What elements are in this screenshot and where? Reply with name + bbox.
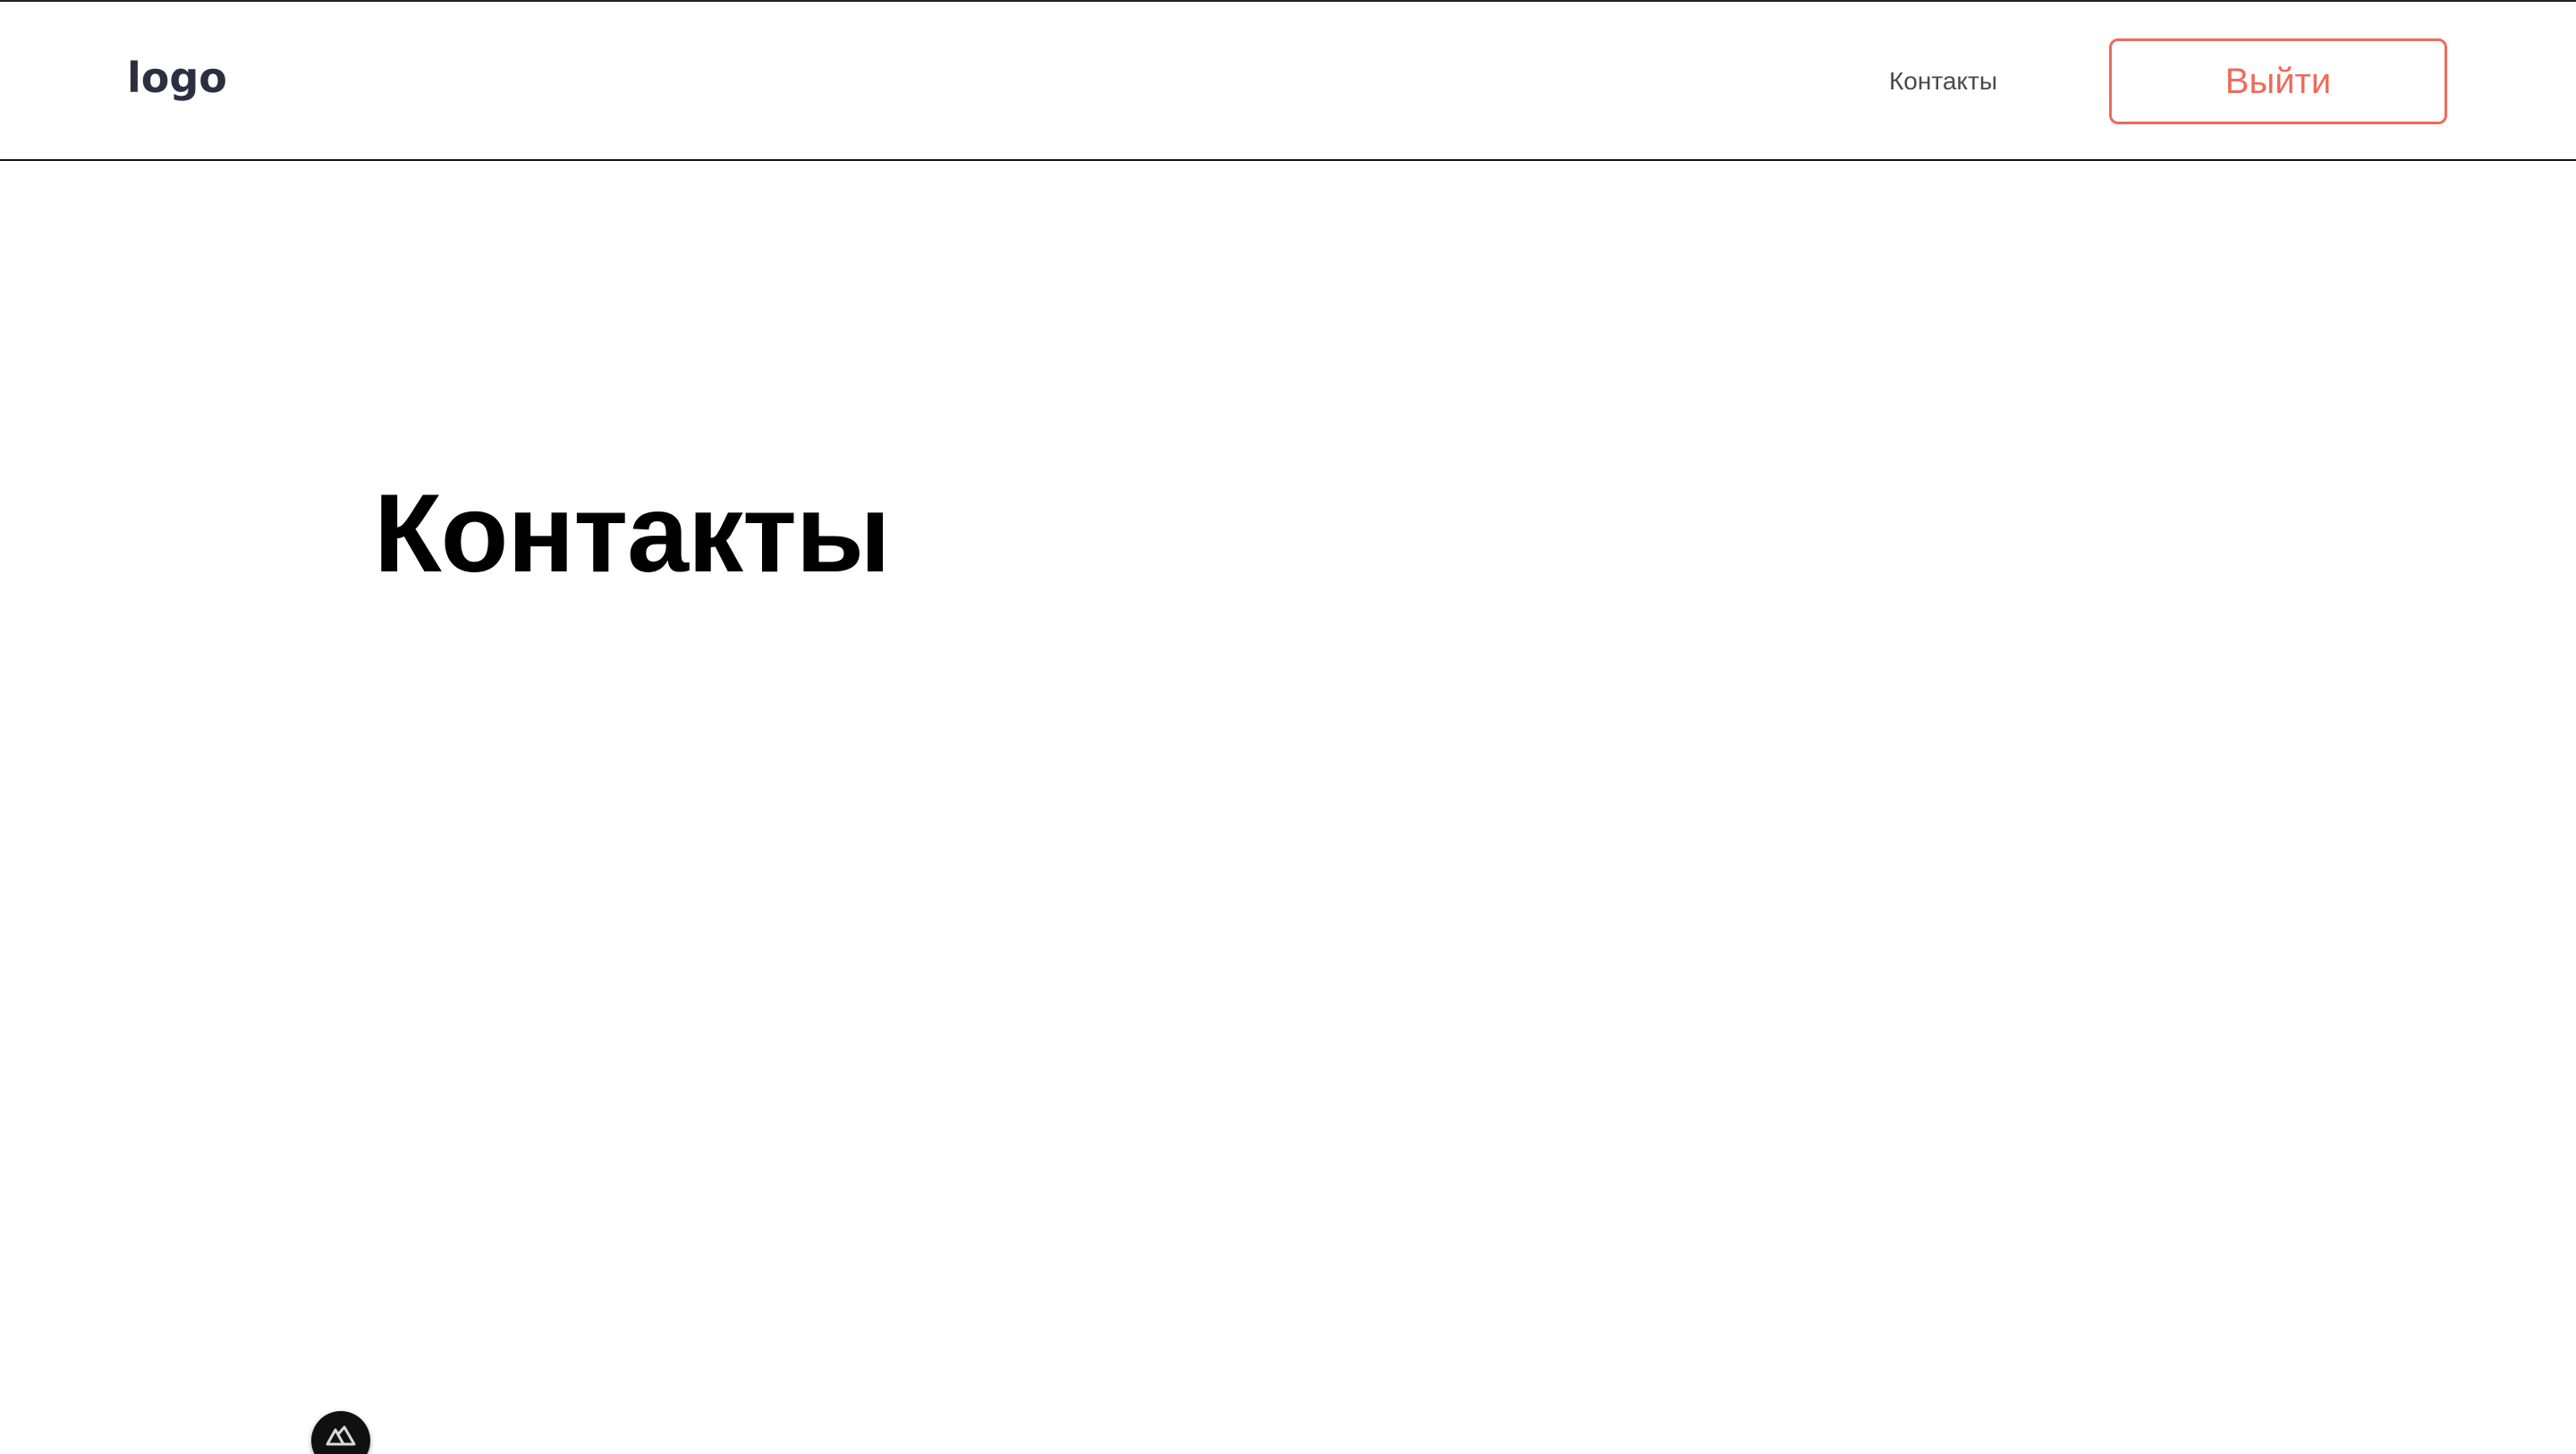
- logout-button[interactable]: Выйти: [2109, 38, 2447, 124]
- nuxt-logo-icon: [326, 1425, 356, 1446]
- devtools-toggle-button[interactable]: [311, 1411, 370, 1454]
- page-title: Контакты: [374, 472, 891, 596]
- nav-link-contacts[interactable]: Контакты: [1889, 64, 1997, 98]
- site-logo[interactable]: logo: [127, 48, 227, 107]
- site-header: logo Контакты Выйти: [0, 2, 2576, 161]
